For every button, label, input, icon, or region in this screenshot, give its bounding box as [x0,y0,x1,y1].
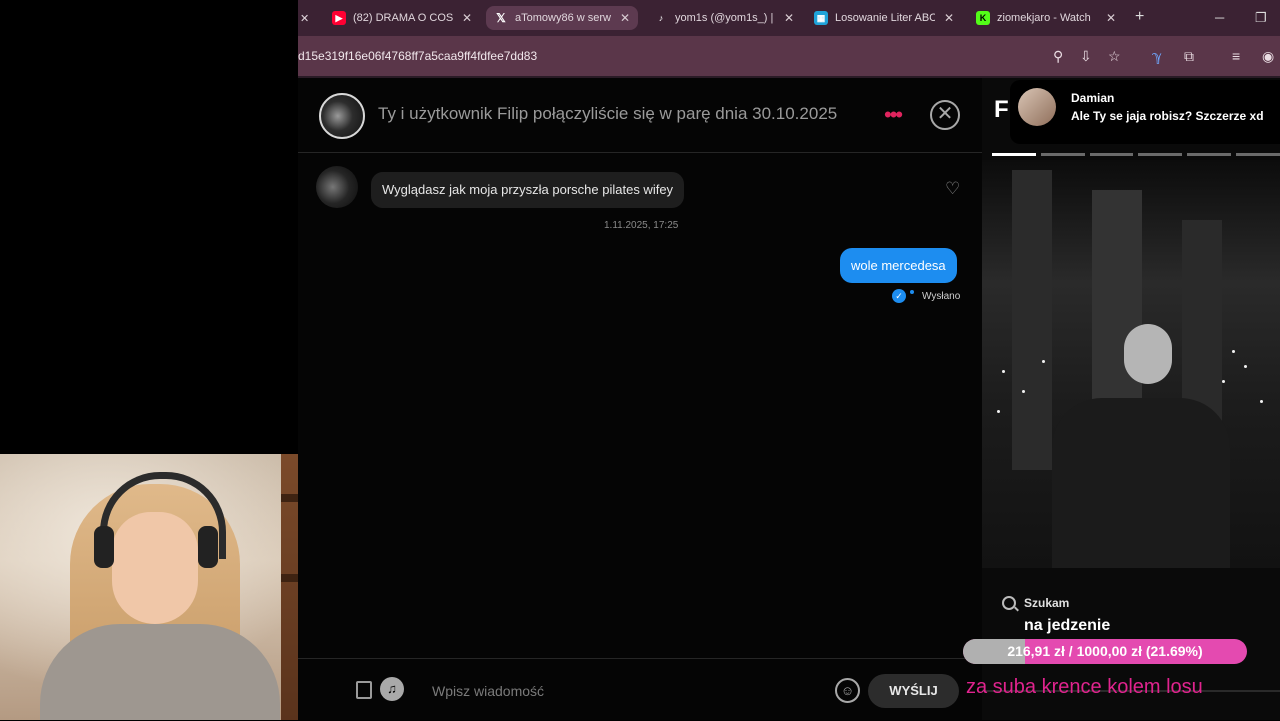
address-bar: d15e319f16e06f4768ff7a5caa9ff4fdfee7dd83 [298,36,1280,76]
goal-title: na jedzenie [1024,617,1111,634]
search-label: Szukam [1024,596,1070,610]
story-panel: F Damian Ale Ty se jaja robisz? Szczerze… [982,78,1280,720]
media-queue-icon[interactable]: ≡ [1232,48,1240,64]
extensions-icon[interactable]: ⧉ [1184,48,1194,65]
person-head [1124,324,1172,384]
browser-tab-bar: ✕ ▶ (82) DRAMA O COSP ✕ 𝕏 aTomowy86 w se… [298,0,1280,36]
message-input[interactable] [430,679,814,703]
search-icon [1002,596,1016,610]
story-progress-bars [992,153,1280,156]
close-chat-button[interactable]: ✕ [930,100,960,130]
incoming-message: Wyglądasz jak moja przyszła porsche pila… [371,172,685,208]
donation-goal-bar: 216,91 zł / 1000,00 zł (21.69%) [963,639,1247,664]
avatar[interactable] [319,93,365,139]
bookmark-star-icon[interactable]: ☆ [1108,48,1121,65]
tab-youtube[interactable]: ▶ (82) DRAMA O COSP ✕ [332,7,472,29]
donation-goal-text: 216,91 zł / 1000,00 zł (21.69%) [1007,643,1203,659]
send-button[interactable]: WYŚLIJ [868,674,959,708]
story-progress-segment [1089,153,1134,156]
notification-sender: Damian [1071,91,1115,105]
sent-check-icon: ✓ [892,289,906,303]
avatar [1018,88,1056,126]
tab-label: ziomekjaro - Watch [997,12,1091,24]
outgoing-message: wole mercedesa [840,248,957,283]
status-dot [910,290,914,294]
sent-status-label: Wysłano [922,290,961,302]
story-progress-segment [1138,153,1183,156]
heart-icon[interactable]: ♡ [945,179,960,199]
message-notification[interactable]: Damian Ale Ty se jaja robisz? Szczerze x… [1010,80,1280,144]
kick-icon: K [976,11,990,25]
tab-label: (82) DRAMA O COSP [353,12,453,24]
sent-status: ✓ Wysłano [892,289,960,303]
tab-tiktok[interactable]: ♪ yom1s (@yom1s_) | T ✕ [654,7,794,29]
chat-panel: Ty i użytkownik Filip połączyliście się … [298,78,982,720]
story-title-letter: F [994,96,1009,123]
url-field[interactable]: d15e319f16e06f4768ff7a5caa9ff4fdfee7dd83 [298,49,537,63]
story-progress-segment [1236,153,1280,156]
location-pin-icon[interactable]: ⚲ [1053,48,1063,65]
spotify-icon[interactable]: ♫ [380,677,404,701]
new-tab-button[interactable]: + [1135,8,1144,26]
tab-label: Losowanie Liter ABC [835,12,935,24]
profile-icon[interactable]: ◉ [1262,48,1274,65]
close-icon[interactable]: ✕ [1106,11,1116,25]
close-icon[interactable]: ✕ [944,11,954,25]
tab-label: aTomowy86 w serwis [515,12,611,24]
tab-kick[interactable]: K ziomekjaro - Watch ✕ [976,7,1116,29]
restore-button[interactable]: ❐ [1255,10,1267,26]
chat-header: Ty i użytkownik Filip połączyliście się … [298,78,982,153]
translate-icon[interactable]: ℽ [1152,48,1162,65]
person-figure [1052,398,1230,568]
emoji-icon[interactable]: ☺ [835,678,860,703]
story-progress-segment [992,153,1036,156]
close-icon[interactable]: ✕ [784,11,794,25]
message-composer: ♫ ☺ WYŚLIJ [298,658,982,721]
close-icon[interactable]: ✕ [620,11,630,25]
stream-caption: za suba krence kolem losu [966,676,1203,698]
match-info-text: Ty i użytkownik Filip połączyliście się … [378,104,838,123]
tab-close-partial[interactable]: ✕ [300,7,314,29]
tiktok-icon: ♪ [658,13,664,23]
youtube-icon: ▶ [332,11,346,25]
install-app-icon[interactable]: ⇩ [1080,48,1092,65]
sender-avatar[interactable] [316,166,358,208]
close-icon[interactable]: ✕ [462,11,472,25]
search-status: Szukam [1002,596,1069,610]
x-icon: 𝕏 [496,11,506,25]
tab-x[interactable]: 𝕏 aTomowy86 w serwis ✕ [486,6,638,30]
tab-losowanie[interactable]: ▦ Losowanie Liter ABC ✕ [814,7,954,29]
grid-icon: ▦ [814,11,828,25]
story-progress-segment [1040,153,1085,156]
media-icon[interactable] [356,681,372,699]
more-options-icon[interactable]: ••• [884,102,903,128]
minimize-button[interactable]: ─ [1215,10,1224,25]
story-progress-segment [1187,153,1232,156]
close-icon[interactable]: ✕ [300,12,309,25]
notification-text: Ale Ty se jaja robisz? Szczerze xd [1071,109,1264,123]
tab-label: yom1s (@yom1s_) | T [675,12,775,24]
message-timestamp: 1.11.2025, 17:25 [604,220,679,231]
